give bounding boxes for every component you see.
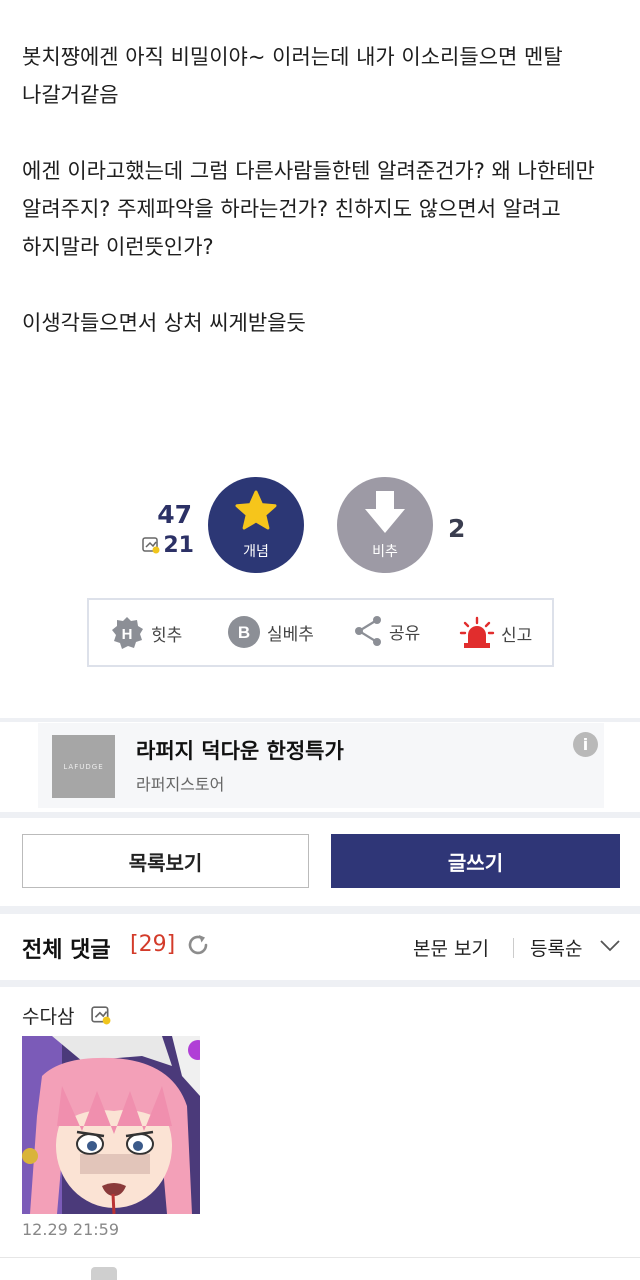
downvote-count: 2 [448,514,466,543]
list-view-button[interactable]: 목록보기 [22,834,309,888]
sort-dropdown[interactable]: 등록순 [530,934,582,961]
real-best-recommend-button[interactable]: B 실베추 [227,615,314,649]
ad-subtitle: 라퍼지스토어 [136,775,225,794]
ad-banner[interactable]: LAFUDGE 라퍼지 덕다운 한정특가 라퍼지스토어 i [38,723,604,808]
share-icon [355,616,381,646]
avatar [91,1267,117,1280]
post-actions: H 힛추 B 실베추 공유 신고 [87,598,554,667]
divider [0,718,640,722]
divider [0,980,640,987]
ad-title: 라퍼지 덕다운 한정특가 [136,739,344,763]
siren-icon [459,616,495,648]
post-paragraph: 이생각들으면서 상처 씨게받을듯 [22,311,306,335]
action-label: 신고 [501,625,533,646]
comments-header: 전체 댓글 [29] 본문 보기 등록순 [0,916,640,980]
fixed-count-value: 21 [163,533,194,558]
b-icon: B [228,616,260,648]
fixed-member-icon [91,1005,111,1029]
divider [513,938,514,958]
fixed-upvote-count: 21 [140,533,194,560]
upvote-label: 개념 [243,544,269,560]
action-label: 공유 [389,623,421,644]
info-icon[interactable]: i [573,732,598,757]
comments-count: [29] [130,932,176,957]
downvote-button[interactable]: 비추 [337,477,433,573]
refresh-icon[interactable] [186,933,210,961]
post-body: 봇치쨩에겐 아직 비밀이야~ 이러는데 내가 이소리들으면 멘탈 나갈거같음 에… [22,38,622,380]
comment-item: 수다삼 12.29 21:59 [0,990,640,1256]
vote-area: 47 21 개념 비추 2 [0,476,640,576]
write-button[interactable]: 글쓰기 [331,834,620,888]
divider [0,812,640,818]
fixed-member-icon [142,535,160,560]
downvote-label: 비추 [372,544,398,560]
post-paragraph: 봇치쨩에겐 아직 비밀이야~ 이러는데 내가 이소리들으면 멘탈 나갈거같음 [22,45,563,107]
divider [0,906,640,914]
share-button[interactable]: 공유 [353,615,420,647]
action-label: 실베추 [267,624,314,645]
upvote-count: 47 [157,500,192,529]
svg-text:B: B [238,623,250,642]
chevron-down-icon[interactable] [599,938,621,957]
report-button[interactable]: 신고 [459,615,532,651]
upvote-button[interactable]: 개념 [208,477,304,573]
star-icon [235,490,277,530]
view-body-button[interactable]: 본문 보기 [413,934,489,961]
comment-item [0,1257,640,1280]
hit-recommend-button[interactable]: H 힛추 [109,615,182,651]
post-paragraph: 에겐 이라고했는데 그럼 다른사람들한텐 알려준건가? 왜 나한테만 알려주지?… [22,159,595,259]
comment-time: 12.29 21:59 [22,1220,119,1239]
arrow-down-icon [365,491,405,533]
comments-title: 전체 댓글 [22,938,111,963]
ad-logo: LAFUDGE [52,735,115,798]
comment-image[interactable] [22,1036,200,1214]
action-label: 힛추 [151,625,183,646]
hit-icon: H [112,617,143,649]
svg-text:H: H [122,626,133,643]
comment-author[interactable]: 수다삼 [22,1002,74,1029]
